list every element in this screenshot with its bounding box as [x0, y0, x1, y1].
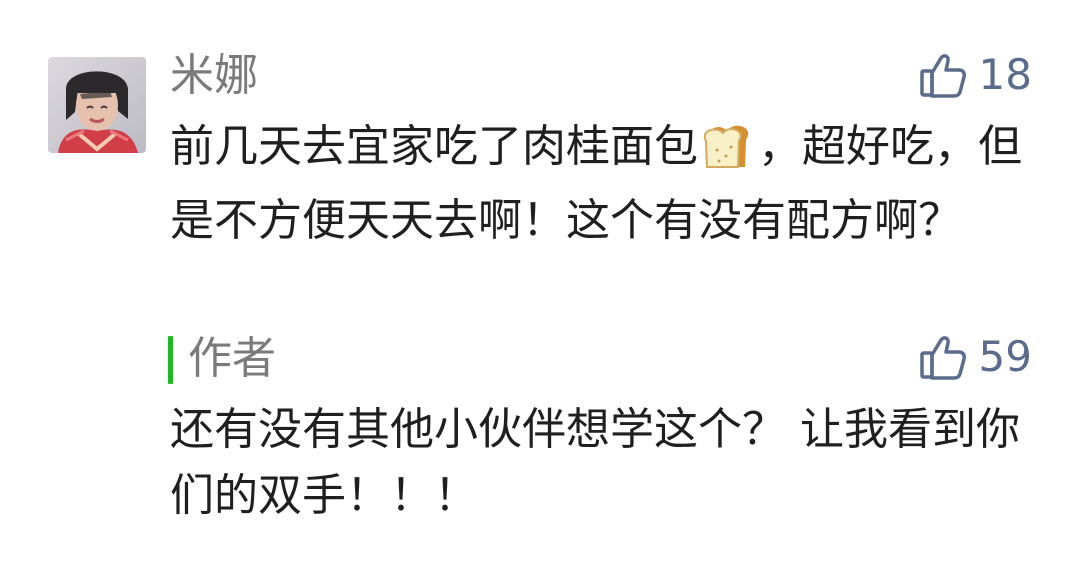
reply-text: 还有没有其他小伙伴想学这个？ 让我看到你们的双手！！！ — [170, 404, 1020, 521]
bread-emoji-icon — [700, 122, 756, 188]
reply-like-count: 59 — [978, 332, 1032, 381]
reply-accent-bar — [168, 336, 173, 384]
avatar[interactable] — [48, 57, 146, 153]
comment-text-before-emoji: 前几天去宜家吃了肉桂面包 — [170, 121, 698, 172]
username[interactable]: 米娜 — [170, 46, 258, 106]
avatar-photo — [48, 57, 146, 153]
comment-text: 前几天去宜家吃了肉桂面包 ，超好吃，但是不方便天天去啊！这个有没有配方啊？ — [170, 114, 1050, 254]
comment-like-count: 18 — [978, 50, 1032, 99]
reply-like-button[interactable]: 59 — [919, 332, 1032, 382]
thumbs-up-icon — [919, 333, 967, 381]
comment-like-button[interactable]: 18 — [919, 50, 1032, 100]
author-label: 作者 — [188, 333, 276, 384]
thumbs-up-icon — [919, 51, 967, 99]
comment-card: 米娜 18 前几天去宜家吃了肉桂面包 ，超好吃，但是不方便天天去啊！这个有没有配… — [0, 0, 1080, 580]
